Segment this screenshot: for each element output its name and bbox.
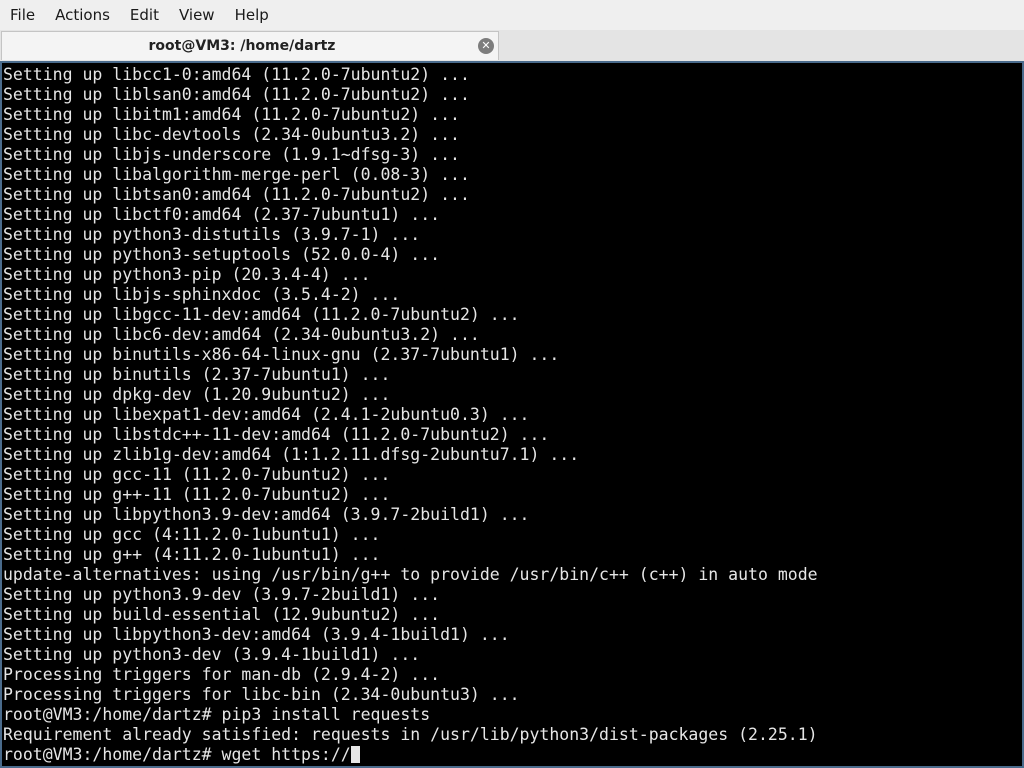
- terminal-line: Requirement already satisfied: requests …: [3, 725, 818, 744]
- terminal-input[interactable]: wget https://: [222, 745, 351, 764]
- menu-actions[interactable]: Actions: [45, 0, 120, 30]
- terminal-prompt-line[interactable]: root@VM3:/home/dartz# wget https://: [3, 745, 1019, 765]
- terminal-line: Setting up python3-setuptools (52.0.0-4)…: [3, 245, 441, 264]
- terminal-line: Setting up binutils-x86-64-linux-gnu (2.…: [3, 345, 560, 364]
- terminal-line: Setting up build-essential (12.9ubuntu2)…: [3, 605, 441, 624]
- terminal-line: Setting up libjs-underscore (1.9.1~dfsg-…: [3, 145, 460, 164]
- terminal-line: Setting up libc6-dev:amd64 (2.34-0ubuntu…: [3, 325, 480, 344]
- terminal-line: Setting up g++-11 (11.2.0-7ubuntu2) ...: [3, 485, 391, 504]
- tab-title: root@VM3: /home/dartz: [148, 38, 336, 54]
- terminal-line: Processing triggers for libc-bin (2.34-0…: [3, 685, 520, 704]
- close-icon[interactable]: ✕: [478, 38, 494, 54]
- menu-edit[interactable]: Edit: [120, 0, 169, 30]
- terminal-line: Setting up python3-pip (20.3.4-4) ...: [3, 265, 371, 284]
- tab-strip: root@VM3: /home/dartz ✕: [0, 30, 1024, 61]
- terminal-line: Setting up python3-dev (3.9.4-1build1) .…: [3, 645, 421, 664]
- terminal-cursor: [350, 746, 360, 763]
- terminal-line: Setting up libtsan0:amd64 (11.2.0-7ubunt…: [3, 185, 470, 204]
- terminal-line: Setting up libgcc-11-dev:amd64 (11.2.0-7…: [3, 305, 520, 324]
- menu-file[interactable]: File: [0, 0, 45, 30]
- terminal-line: Setting up libexpat1-dev:amd64 (2.4.1-2u…: [3, 405, 530, 424]
- terminal-line: Setting up libalgorithm-merge-perl (0.08…: [3, 165, 470, 184]
- terminal-line: Setting up libstdc++-11-dev:amd64 (11.2.…: [3, 425, 550, 444]
- terminal-line: Setting up libpython3.9-dev:amd64 (3.9.7…: [3, 505, 530, 524]
- terminal-line: Setting up libctf0:amd64 (2.37-7ubuntu1)…: [3, 205, 441, 224]
- terminal-scrollbar[interactable]: [1018, 63, 1022, 766]
- terminal-line: root@VM3:/home/dartz# pip3 install reque…: [3, 705, 431, 724]
- menu-view[interactable]: View: [169, 0, 225, 30]
- menu-help[interactable]: Help: [225, 0, 279, 30]
- terminal-line: Setting up binutils (2.37-7ubuntu1) ...: [3, 365, 391, 384]
- tab-terminal[interactable]: root@VM3: /home/dartz ✕: [1, 31, 499, 60]
- terminal-line: Setting up dpkg-dev (1.20.9ubuntu2) ...: [3, 385, 391, 404]
- terminal-line: Setting up libc-devtools (2.34-0ubuntu3.…: [3, 125, 460, 144]
- terminal-line: update-alternatives: using /usr/bin/g++ …: [3, 565, 818, 584]
- menu-bar: File Actions Edit View Help: [0, 0, 1024, 30]
- terminal-line: Setting up libcc1-0:amd64 (11.2.0-7ubunt…: [3, 65, 470, 84]
- terminal-line: Setting up gcc-11 (11.2.0-7ubuntu2) ...: [3, 465, 391, 484]
- terminal-output[interactable]: Setting up libcc1-0:amd64 (11.2.0-7ubunt…: [0, 61, 1024, 768]
- terminal-line: Setting up libitm1:amd64 (11.2.0-7ubuntu…: [3, 105, 460, 124]
- terminal-line: Setting up gcc (4:11.2.0-1ubuntu1) ...: [3, 525, 381, 544]
- terminal-line: Setting up python3-distutils (3.9.7-1) .…: [3, 225, 421, 244]
- terminal-lines: Setting up libcc1-0:amd64 (11.2.0-7ubunt…: [3, 65, 1019, 765]
- terminal-line: Setting up g++ (4:11.2.0-1ubuntu1) ...: [3, 545, 381, 564]
- terminal-line: Setting up libjs-sphinxdoc (3.5.4-2) ...: [3, 285, 401, 304]
- terminal-line: Setting up python3.9-dev (3.9.7-2build1)…: [3, 585, 441, 604]
- terminal-line: Setting up liblsan0:amd64 (11.2.0-7ubunt…: [3, 85, 470, 104]
- terminal-prompt: root@VM3:/home/dartz#: [3, 745, 222, 764]
- terminal-line: Processing triggers for man-db (2.9.4-2)…: [3, 665, 441, 684]
- terminal-line: Setting up libpython3-dev:amd64 (3.9.4-1…: [3, 625, 510, 644]
- terminal-line: Setting up zlib1g-dev:amd64 (1:1.2.11.df…: [3, 445, 580, 464]
